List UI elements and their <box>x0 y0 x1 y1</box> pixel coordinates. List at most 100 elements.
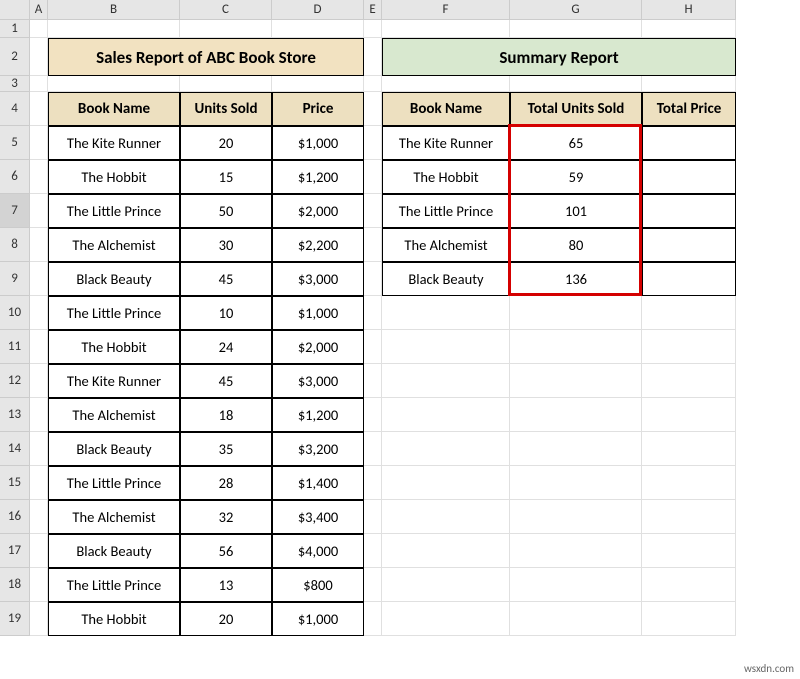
sales-cell-price[interactable]: $3,000 <box>272 262 364 296</box>
cell[interactable] <box>382 364 510 398</box>
summary-header-units[interactable]: Total Units Sold <box>510 92 642 126</box>
col-header-C[interactable]: C <box>180 0 272 20</box>
row-header-9[interactable]: 9 <box>0 262 30 296</box>
cell[interactable] <box>364 126 382 160</box>
cell[interactable] <box>510 330 642 364</box>
summary-cell-price[interactable] <box>642 160 736 194</box>
cell[interactable] <box>364 92 382 126</box>
row-header-12[interactable]: 12 <box>0 364 30 398</box>
summary-cell-price[interactable] <box>642 228 736 262</box>
cell[interactable] <box>30 466 48 500</box>
cell[interactable] <box>364 568 382 602</box>
cell[interactable] <box>382 20 510 38</box>
cell[interactable] <box>510 76 642 92</box>
sales-title[interactable]: Sales Report of ABC Book Store <box>48 38 364 76</box>
sales-cell-book[interactable]: The Little Prince <box>48 466 180 500</box>
sales-cell-book[interactable]: The Alchemist <box>48 500 180 534</box>
row-header-11[interactable]: 11 <box>0 330 30 364</box>
cell[interactable] <box>642 602 736 636</box>
sales-cell-price[interactable]: $1,200 <box>272 398 364 432</box>
summary-title[interactable]: Summary Report <box>382 38 736 76</box>
sales-cell-book[interactable]: The Alchemist <box>48 228 180 262</box>
cell[interactable] <box>642 330 736 364</box>
select-all-corner[interactable] <box>0 0 30 20</box>
cell[interactable] <box>642 20 736 38</box>
col-header-E[interactable]: E <box>364 0 382 20</box>
cell[interactable] <box>364 194 382 228</box>
cell[interactable] <box>382 466 510 500</box>
sales-cell-price[interactable]: $1,000 <box>272 602 364 636</box>
summary-cell-price[interactable] <box>642 262 736 296</box>
cell[interactable] <box>30 602 48 636</box>
row-header-2[interactable]: 2 <box>0 38 30 76</box>
sales-cell-book[interactable]: Black Beauty <box>48 534 180 568</box>
cell[interactable] <box>642 398 736 432</box>
sales-cell-price[interactable]: $2,200 <box>272 228 364 262</box>
summary-cell-price[interactable] <box>642 126 736 160</box>
cell[interactable] <box>30 364 48 398</box>
row-header-8[interactable]: 8 <box>0 228 30 262</box>
sales-cell-book[interactable]: The Hobbit <box>48 330 180 364</box>
cell[interactable] <box>30 534 48 568</box>
cell[interactable] <box>382 398 510 432</box>
sales-cell-units[interactable]: 20 <box>180 126 272 160</box>
sales-cell-units[interactable]: 50 <box>180 194 272 228</box>
sales-cell-price[interactable]: $4,000 <box>272 534 364 568</box>
summary-cell-book[interactable]: Black Beauty <box>382 262 510 296</box>
sales-cell-units[interactable]: 45 <box>180 262 272 296</box>
cell[interactable] <box>48 20 180 38</box>
sales-cell-price[interactable]: $3,000 <box>272 364 364 398</box>
cell[interactable] <box>30 20 48 38</box>
cell[interactable] <box>642 568 736 602</box>
cell[interactable] <box>364 296 382 330</box>
cell[interactable] <box>364 364 382 398</box>
col-header-D[interactable]: D <box>272 0 364 20</box>
cell[interactable] <box>510 364 642 398</box>
sales-cell-book[interactable]: The Hobbit <box>48 602 180 636</box>
sales-cell-units[interactable]: 45 <box>180 364 272 398</box>
sales-cell-units[interactable]: 32 <box>180 500 272 534</box>
sales-cell-book[interactable]: Black Beauty <box>48 262 180 296</box>
summary-cell-units[interactable]: 59 <box>510 160 642 194</box>
cell[interactable] <box>30 76 48 92</box>
summary-cell-price[interactable] <box>642 194 736 228</box>
cell[interactable] <box>272 76 364 92</box>
sales-cell-units[interactable]: 20 <box>180 602 272 636</box>
cell[interactable] <box>30 432 48 466</box>
cell[interactable] <box>364 228 382 262</box>
sales-cell-book[interactable]: The Alchemist <box>48 398 180 432</box>
row-header-16[interactable]: 16 <box>0 500 30 534</box>
sales-cell-units[interactable]: 13 <box>180 568 272 602</box>
row-header-1[interactable]: 1 <box>0 20 30 38</box>
summary-header-book[interactable]: Book Name <box>382 92 510 126</box>
row-header-19[interactable]: 19 <box>0 602 30 636</box>
cell[interactable] <box>30 38 48 76</box>
cell[interactable] <box>382 500 510 534</box>
cell[interactable] <box>30 330 48 364</box>
cell[interactable] <box>364 330 382 364</box>
cell[interactable] <box>642 466 736 500</box>
sales-cell-book[interactable]: The Kite Runner <box>48 126 180 160</box>
cell[interactable] <box>364 602 382 636</box>
cell[interactable] <box>364 432 382 466</box>
cell[interactable] <box>364 38 382 76</box>
row-header-10[interactable]: 10 <box>0 296 30 330</box>
cell[interactable] <box>642 296 736 330</box>
sales-cell-book[interactable]: The Hobbit <box>48 160 180 194</box>
cell[interactable] <box>30 92 48 126</box>
cell[interactable] <box>642 534 736 568</box>
cell[interactable] <box>364 76 382 92</box>
cell[interactable] <box>364 160 382 194</box>
cell[interactable] <box>30 262 48 296</box>
cell[interactable] <box>30 160 48 194</box>
cell[interactable] <box>180 20 272 38</box>
cell[interactable] <box>30 500 48 534</box>
sales-cell-book[interactable]: The Little Prince <box>48 296 180 330</box>
cell[interactable] <box>642 500 736 534</box>
cell[interactable] <box>364 20 382 38</box>
cell[interactable] <box>30 228 48 262</box>
summary-cell-units[interactable]: 136 <box>510 262 642 296</box>
sales-cell-price[interactable]: $1,000 <box>272 126 364 160</box>
cell[interactable] <box>382 534 510 568</box>
sales-header-units[interactable]: Units Sold <box>180 92 272 126</box>
